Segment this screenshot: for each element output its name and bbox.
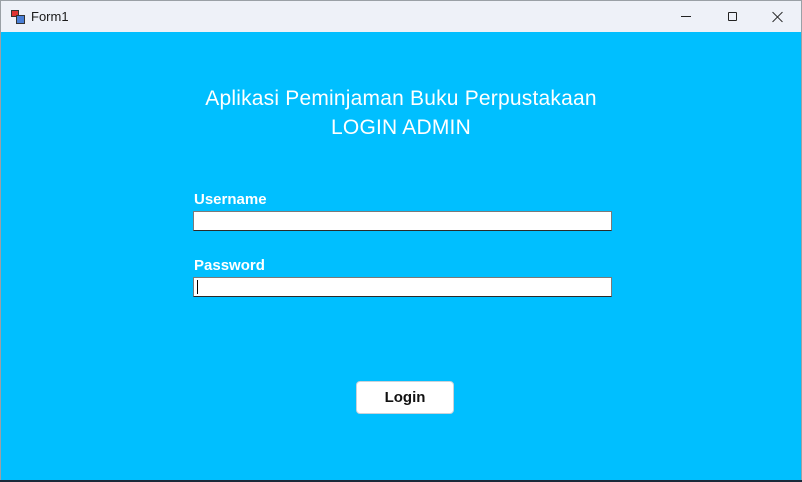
close-button[interactable] xyxy=(755,1,801,32)
app-heading: Aplikasi Peminjaman Buku Perpustakaan xyxy=(205,87,597,110)
password-input[interactable] xyxy=(193,277,612,297)
minimize-button[interactable] xyxy=(663,1,709,32)
login-button[interactable]: Login xyxy=(356,381,454,414)
username-label: Username xyxy=(194,191,267,208)
maximize-icon xyxy=(727,12,737,21)
maximize-button[interactable] xyxy=(709,1,755,32)
title-bar[interactable]: Form1 xyxy=(1,1,801,32)
window-title: Form1 xyxy=(31,9,69,24)
password-label: Password xyxy=(194,257,265,274)
window-controls xyxy=(663,1,801,32)
close-icon xyxy=(772,11,784,23)
text-caret xyxy=(197,280,198,294)
minimize-icon xyxy=(681,16,691,17)
login-heading: LOGIN ADMIN xyxy=(331,116,471,139)
username-input[interactable] xyxy=(193,211,612,231)
app-icon[interactable] xyxy=(11,9,25,24)
login-window: Form1 Aplikasi Peminjaman Buku Perpustak… xyxy=(0,0,802,482)
